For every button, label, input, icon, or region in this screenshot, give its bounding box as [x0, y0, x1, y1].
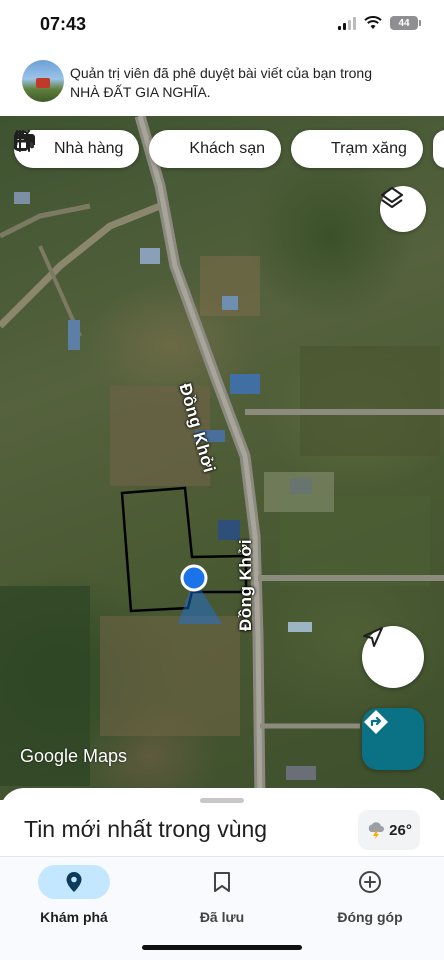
cellular-signal-icon — [338, 16, 356, 30]
google-maps-attribution: Google Maps — [20, 746, 128, 766]
nav-saved-label: Đã lưu — [199, 909, 245, 925]
nav-explore-label: Khám phá — [40, 909, 108, 925]
nav-contribute-label: Đóng góp — [337, 909, 403, 925]
chip-gas-stations-label: Trạm xăng — [331, 140, 407, 157]
notification-thumbnail — [22, 60, 64, 102]
home-indicator[interactable] — [142, 945, 302, 950]
chip-more[interactable] — [14, 130, 444, 168]
sheet-drag-handle[interactable] — [200, 798, 244, 803]
hotel-icon — [15, 132, 183, 160]
location-pin-icon — [66, 872, 82, 892]
gas-station-icon — [15, 131, 325, 160]
thunderstorm-icon — [368, 822, 385, 840]
status-bar: 07:43 44 — [0, 0, 444, 50]
weather-temperature: 26° — [389, 821, 412, 839]
notification-banner[interactable]: Quản trị viên đã phê duyệt bài viết của … — [0, 50, 444, 116]
map-view[interactable]: Nhà hàng Khách sạn Trạm xăng Đồng Khởi Đ… — [0, 116, 444, 800]
battery-icon: 44 — [390, 16, 421, 30]
notification-message: Quản trị viên đã phê duyệt bài viết của … — [70, 65, 372, 81]
chip-hotels[interactable]: Khách sạn — [15, 130, 281, 168]
wifi-icon — [364, 16, 382, 29]
nav-explore-indicator — [38, 865, 110, 899]
directions-button[interactable] — [362, 708, 424, 770]
layers-icon — [381, 187, 403, 208]
layers-button[interactable] — [380, 186, 426, 232]
battery-level: 44 — [398, 17, 410, 29]
status-time: 07:43 — [40, 14, 87, 34]
latest-news-sheet[interactable]: Tin mới nhất trong vùng 26° — [0, 788, 444, 860]
nav-explore[interactable]: Khám phá — [0, 865, 148, 925]
nav-saved[interactable]: Đã lưu — [148, 865, 296, 925]
category-chips: Nhà hàng Khách sạn Trạm xăng — [14, 130, 444, 168]
nav-contribute[interactable]: Đóng góp — [296, 865, 444, 925]
chip-restaurants-label: Nhà hàng — [54, 140, 124, 157]
navigation-arrow-icon — [363, 627, 383, 647]
status-indicators: 44 — [338, 16, 421, 30]
notification-group-name: NHÀ ĐẤT GIA NGHĨA. — [70, 84, 211, 100]
road-label-dong-khoi-south: Đồng Khởi — [236, 538, 255, 631]
bottom-navigation: Khám phá Đã lưu Đóng góp — [0, 856, 444, 960]
directions-icon — [364, 710, 388, 734]
current-location-dot — [180, 564, 208, 592]
my-location-button[interactable] — [362, 626, 424, 688]
notification-text: Quản trị viên đã phê duyệt bài viết của … — [70, 64, 420, 102]
chip-gas-stations[interactable]: Trạm xăng — [15, 130, 423, 168]
weather-chip[interactable]: 26° — [358, 810, 420, 850]
bookmark-icon — [214, 872, 230, 892]
add-circle-icon — [359, 871, 381, 893]
satellite-imagery — [0, 116, 444, 800]
sheet-title: Tin mới nhất trong vùng — [24, 816, 268, 842]
chip-hotels-label: Khách sạn — [189, 140, 265, 157]
